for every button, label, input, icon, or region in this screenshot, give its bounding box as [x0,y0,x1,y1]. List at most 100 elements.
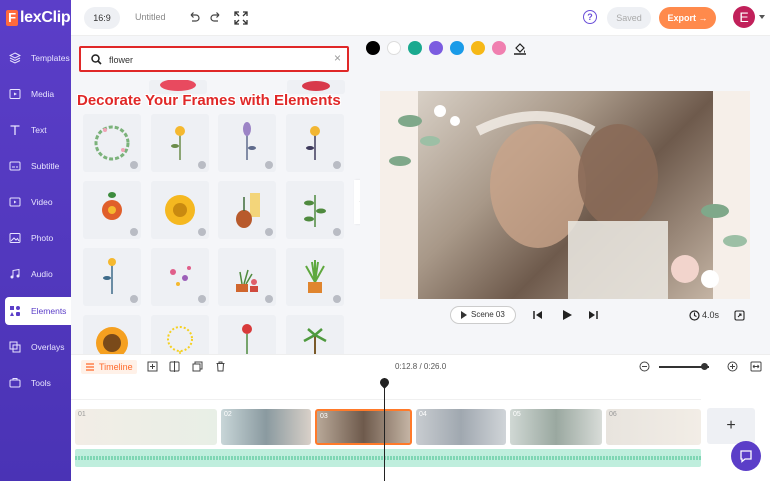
element-tile-aloe-pot[interactable] [286,248,344,306]
scene-clip-05[interactable]: 05 [510,409,602,445]
add-clip-icon[interactable] [147,361,158,372]
add-badge-icon [333,161,341,169]
timeline-toolbar: Timeline 0:12.8 / 0:26.0 [71,354,770,378]
sidebar-item-photo[interactable]: Photo [5,224,71,252]
color-swatch-purple[interactable] [429,41,443,55]
element-tile-yellow-flower[interactable] [151,114,209,172]
play-icon [461,311,467,319]
zoom-in-icon[interactable] [727,361,738,372]
fullscreen-icon[interactable] [234,11,248,25]
timeline-toggle[interactable]: Timeline [81,360,137,374]
sidebar-item-video[interactable]: Video [5,188,71,216]
element-tile-flower-scatter[interactable] [151,248,209,306]
playhead[interactable] [384,378,385,481]
sidebar-item-templates[interactable]: Templates [5,44,71,72]
chevron-down-icon[interactable] [759,15,765,19]
audio-track[interactable] [75,449,701,467]
clip-number: 05 [513,411,521,418]
chat-support-button[interactable] [731,441,761,471]
element-tile-palm[interactable] [286,315,344,354]
scene-duration[interactable]: 4.0s [702,310,719,320]
element-tile-dandelion[interactable] [151,315,209,354]
element-tile-sunflower[interactable] [151,181,209,239]
color-swatch-yellow[interactable] [471,41,485,55]
color-swatch-teal[interactable] [408,41,422,55]
element-tile-yellow-sprig[interactable] [286,114,344,172]
color-swatch-blue[interactable] [450,41,464,55]
scene-selector-button[interactable]: Scene 03 [450,306,516,324]
project-title[interactable]: Untitled [135,12,166,22]
audio-waveform [75,456,701,460]
trash-icon[interactable] [215,361,226,372]
search-icon [91,54,102,65]
sidebar: FlexClip Templates Media Text Subtitle V… [0,0,71,481]
element-tile-red-blossom[interactable] [83,181,141,239]
scene-clip-01[interactable]: 01 [75,409,217,445]
element-tile-sunflower-large[interactable] [83,315,141,354]
elements-icon [9,305,21,317]
help-icon[interactable]: ? [583,10,597,24]
element-tile-wreath[interactable] [83,114,141,172]
search-input[interactable] [109,52,329,68]
audio-icon [9,268,21,280]
element-tile-wildflower[interactable] [83,248,141,306]
duplicate-icon[interactable] [192,361,203,372]
add-badge-icon [130,295,138,303]
media-icon [9,88,21,100]
sidebar-item-text[interactable]: Text [5,116,71,144]
tools-icon [9,377,21,389]
add-scene-button[interactable]: + [707,408,755,444]
split-icon[interactable] [169,361,180,372]
color-swatch-white[interactable] [387,41,401,55]
element-tile-purple-flower[interactable] [218,114,276,172]
sidebar-item-audio[interactable]: Audio [5,260,71,288]
scene-clip-04[interactable]: 04 [416,409,506,445]
clip-number: 04 [419,411,427,418]
video-preview[interactable] [380,91,750,299]
add-badge-icon [333,228,341,236]
scene-label: Scene [471,310,494,319]
redo-icon[interactable] [209,11,223,25]
zoom-out-icon[interactable] [639,361,650,372]
add-badge-icon [130,228,138,236]
aspect-ratio-button[interactable]: 16:9 [84,7,120,29]
undo-icon[interactable] [187,11,201,25]
scene-clip-06[interactable]: 06 [606,409,701,445]
clip-number: 01 [78,411,86,418]
sidebar-item-label: Tools [31,378,51,388]
sidebar-item-subtitle[interactable]: Subtitle [5,152,71,180]
sidebar-item-elements[interactable]: Elements [5,297,71,325]
sidebar-item-label: Subtitle [31,161,60,171]
fit-timeline-icon[interactable] [750,361,762,372]
export-button[interactable]: Export → [659,7,716,29]
avatar[interactable]: E [733,6,755,28]
app-logo[interactable]: FlexClip [6,9,71,27]
sidebar-item-tools[interactable]: Tools [5,369,71,397]
expand-icon[interactable] [734,310,745,321]
timeline-position: 0:12.8 / 0:26.0 [395,362,447,371]
add-badge-icon [130,161,138,169]
elements-panel: × Decorate Your Frames with Elements [71,36,360,354]
element-tile-potted-plants[interactable] [218,248,276,306]
templates-icon [9,52,21,64]
sidebar-item-media[interactable]: Media [5,80,71,108]
sidebar-item-overlays[interactable]: Overlays [5,333,71,361]
color-swatch-pink[interactable] [492,41,506,55]
play-pause-icon[interactable] [561,309,573,321]
search-box[interactable]: × [79,46,349,72]
clock-icon[interactable] [689,310,700,321]
zoom-slider-handle[interactable] [701,363,708,370]
color-swatch-black[interactable] [366,41,380,55]
element-tile-vase-flower[interactable] [218,181,276,239]
clip-number: 06 [609,411,617,418]
element-tile-green-sprig[interactable] [286,181,344,239]
clear-search-icon[interactable]: × [334,51,341,65]
scene-clip-02[interactable]: 02 [221,409,311,445]
app-root: FlexClip Templates Media Text Subtitle V… [0,0,770,481]
skip-back-icon[interactable] [533,310,543,320]
scene-clip-03[interactable]: 03 [315,409,412,445]
skip-forward-icon[interactable] [588,310,598,320]
logo-text: lexClip [20,9,71,26]
paint-bucket-icon[interactable] [513,41,527,55]
element-tile-pot-flower[interactable] [218,315,276,354]
